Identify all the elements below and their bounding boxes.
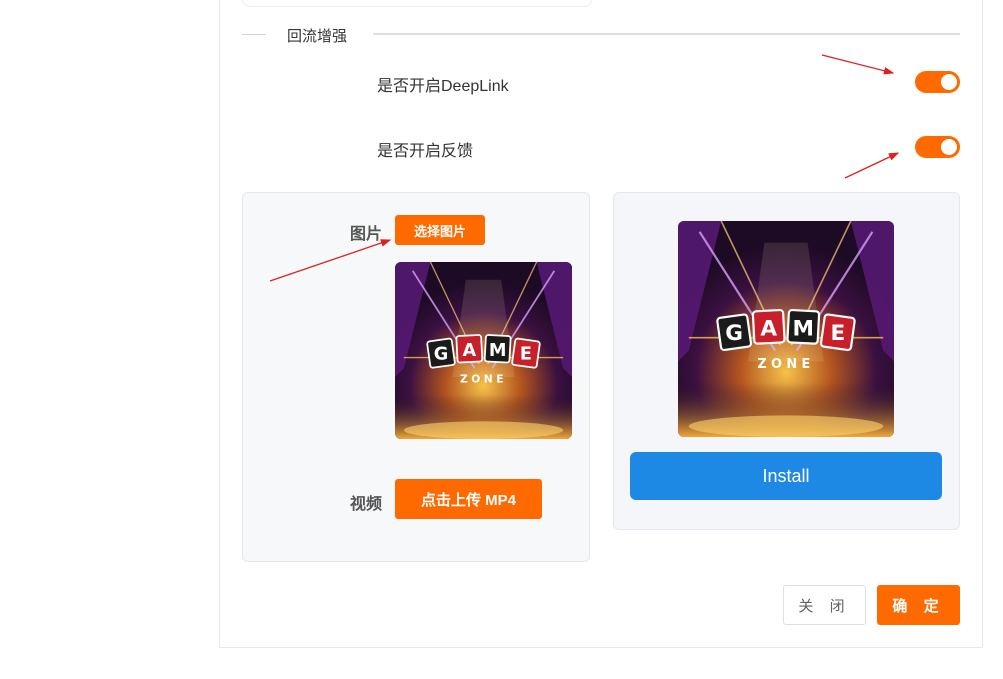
deeplink-toggle[interactable] (915, 71, 960, 93)
game-zone-artwork (395, 262, 572, 439)
section-divider-left (242, 34, 266, 35)
image-field-label: 图片 (350, 226, 383, 243)
video-field-label: 视频 (350, 496, 383, 513)
section-divider-right (373, 33, 960, 35)
feedback-toggle-label: 是否开启反馈 (377, 143, 474, 160)
deeplink-toggle-label: 是否开启DeepLink (377, 78, 509, 95)
preview-image (678, 221, 894, 437)
feedback-toggle[interactable] (915, 136, 960, 158)
upload-mp4-button[interactable]: 点击上传 MP4 (395, 479, 542, 519)
toggle-knob (941, 139, 957, 155)
uploaded-image-thumbnail (395, 262, 572, 439)
install-button[interactable]: Install (630, 452, 942, 500)
toggle-knob (941, 74, 957, 90)
choose-image-button[interactable]: 选择图片 (395, 215, 485, 245)
game-zone-artwork (678, 221, 894, 437)
confirm-button[interactable]: 确 定 (877, 585, 960, 625)
section-title: 回流增强 (287, 28, 348, 45)
previous-card-edge (242, 0, 592, 7)
close-button[interactable]: 关 闭 (783, 585, 866, 625)
